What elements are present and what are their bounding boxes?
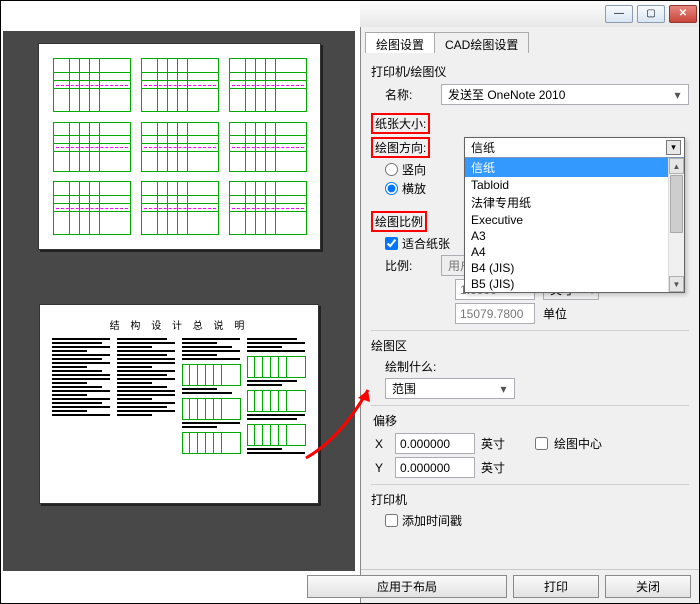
scale-unit-2-label: 单位 <box>543 305 567 322</box>
orientation-label: 绘图方向: <box>371 137 430 158</box>
minimize-button[interactable]: — <box>605 5 633 23</box>
offset-y-label: Y <box>371 461 389 475</box>
preview-sheet-2: 结 构 设 计 总 说 明 <box>39 304 319 504</box>
preview-sheet-1 <box>38 43 321 250</box>
paper-option[interactable]: A3 <box>465 228 684 244</box>
paper-option[interactable]: 法律专用纸 <box>465 193 684 212</box>
offset-group-label: 偏移 <box>371 412 689 429</box>
plot-what-combo[interactable]: 范围 ▾ <box>385 378 515 399</box>
plot-area-group-label: 绘图区 <box>371 337 689 354</box>
offset-x-input[interactable]: 0.000000 <box>395 433 475 454</box>
plot-center-checkbox[interactable] <box>535 437 548 450</box>
paper-size-combo[interactable]: 信纸 ▾ <box>465 138 684 158</box>
chevron-down-icon: ▾ <box>670 88 685 102</box>
print-button[interactable]: 打印 <box>513 575 599 598</box>
offset-y-unit: 英寸 <box>481 459 505 476</box>
fit-to-paper-label: 适合纸张 <box>402 235 450 252</box>
paper-option[interactable]: A4 <box>465 244 684 260</box>
printer-name-label: 名称: <box>371 86 441 103</box>
preview-pane: 结 构 设 计 总 说 明 <box>1 1 360 601</box>
paper-option[interactable]: Tabloid <box>465 177 684 193</box>
printer2-group-label: 打印机 <box>371 491 689 508</box>
maximize-button[interactable]: ▢ <box>637 5 665 23</box>
printer-name-combo[interactable]: 发送至 OneNote 2010 ▾ <box>441 84 689 105</box>
scroll-thumb[interactable] <box>670 175 683 233</box>
close-dialog-button[interactable]: 关闭 <box>605 575 691 598</box>
offset-x-label: X <box>371 437 389 451</box>
settings-content: 打印机/绘图仪 名称: 发送至 OneNote 2010 ▾ 纸张大小: 绘图方… <box>361 53 699 569</box>
timestamp-checkbox[interactable] <box>385 514 398 527</box>
chevron-down-icon: ▾ <box>496 382 511 396</box>
preview-canvas: 结 构 设 计 总 说 明 <box>3 31 355 571</box>
paper-option[interactable]: Executive <box>465 212 684 228</box>
close-button[interactable]: ✕ <box>669 5 697 23</box>
chevron-down-icon: ▾ <box>666 140 681 155</box>
ratio-label: 比例: <box>371 257 441 274</box>
paper-option[interactable]: B4 (JIS) <box>465 260 684 276</box>
title-bar: — ▢ ✕ <box>359 1 699 27</box>
paper-option[interactable]: 信纸 <box>465 158 684 177</box>
fit-to-paper-checkbox[interactable] <box>385 237 398 250</box>
offset-y-input[interactable]: 0.000000 <box>395 457 475 478</box>
orientation-portrait-label: 竖向 <box>402 161 426 178</box>
offset-x-unit: 英寸 <box>481 435 505 452</box>
orientation-landscape-label: 横放 <box>402 180 426 197</box>
dropdown-scrollbar[interactable]: ▲ ▼ <box>668 158 684 292</box>
scroll-down-icon[interactable]: ▼ <box>669 276 684 292</box>
paper-size-label: 纸张大小: <box>371 113 430 134</box>
scale-value-2[interactable]: 15079.7800 <box>455 303 535 324</box>
scale-label: 绘图比例 <box>371 211 427 232</box>
paper-size-list: 信纸 Tabloid 法律专用纸 Executive A3 A4 B4 (JIS… <box>465 158 684 292</box>
apply-to-layout-button[interactable]: 应用于布局 <box>307 575 507 598</box>
orientation-portrait-radio[interactable] <box>385 163 398 176</box>
printer-group-label: 打印机/绘图仪 <box>371 63 689 80</box>
timestamp-label: 添加时间戳 <box>402 512 462 529</box>
scroll-up-icon[interactable]: ▲ <box>669 158 684 174</box>
paper-size-dropdown: 信纸 ▾ 信纸 Tabloid 法律专用纸 Executive A3 A4 B4… <box>464 137 685 293</box>
plot-center-label: 绘图中心 <box>554 435 602 452</box>
orientation-landscape-radio[interactable] <box>385 182 398 195</box>
dialog-footer: 应用于布局 打印 关闭 <box>361 569 699 603</box>
plot-what-label: 绘制什么: <box>371 358 436 375</box>
doc-title: 结 构 设 计 总 说 明 <box>52 317 306 332</box>
settings-panel: 绘图设置 CAD绘图设置 打印机/绘图仪 名称: 发送至 OneNote 201… <box>360 27 699 603</box>
paper-option[interactable]: B5 (JIS) <box>465 276 684 292</box>
